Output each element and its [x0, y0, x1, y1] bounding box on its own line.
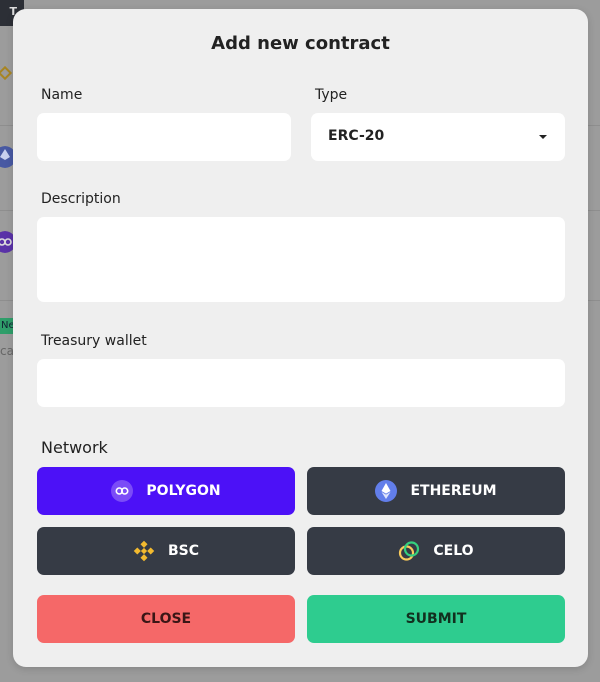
- type-label: Type: [315, 87, 348, 103]
- treasury-wallet-input[interactable]: [37, 359, 565, 407]
- type-select[interactable]: ERC-20: [311, 113, 565, 161]
- add-contract-modal: Add new contract Name Type ERC-20 Descri…: [13, 9, 588, 667]
- network-polygon-button[interactable]: POLYGON: [37, 467, 295, 515]
- treasury-wallet-label: Treasury wallet: [41, 333, 147, 349]
- submit-button[interactable]: SUBMIT: [307, 595, 565, 643]
- modal-title: Add new contract: [211, 33, 390, 54]
- type-selected-value: ERC-20: [328, 128, 385, 144]
- network-ethereum-label: ETHEREUM: [410, 483, 497, 499]
- bsc-icon: [133, 540, 155, 562]
- network-ethereum-button[interactable]: ETHEREUM: [307, 467, 565, 515]
- description-textarea[interactable]: [37, 217, 565, 302]
- celo-icon: [398, 540, 420, 562]
- close-button[interactable]: CLOSE: [37, 595, 295, 643]
- chevron-down-icon: [539, 135, 547, 139]
- name-label: Name: [41, 87, 83, 103]
- network-label: Network: [41, 438, 108, 457]
- network-bsc-label: BSC: [167, 543, 200, 559]
- network-celo-label: CELO: [433, 543, 474, 559]
- description-label: Description: [41, 191, 121, 207]
- network-celo-button[interactable]: CELO: [307, 527, 565, 575]
- network-polygon-label: POLYGON: [146, 483, 221, 499]
- ethereum-icon: [375, 480, 398, 502]
- background-text: ca: [0, 344, 14, 358]
- network-bsc-button[interactable]: BSC: [37, 527, 295, 575]
- name-input[interactable]: [37, 113, 291, 161]
- polygon-icon: [111, 480, 134, 502]
